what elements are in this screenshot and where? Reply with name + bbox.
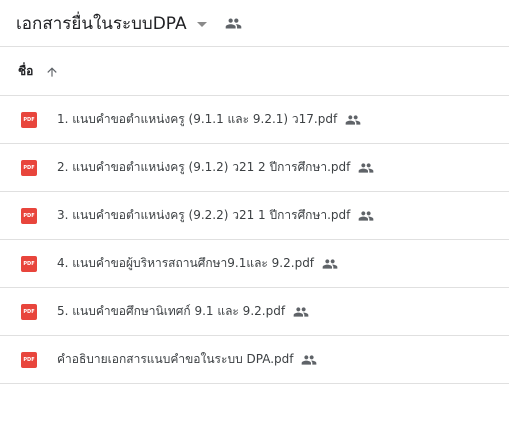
- list-column-header: ชื่อ: [0, 48, 509, 96]
- pdf-file-icon: PDF: [21, 207, 37, 224]
- pdf-file-icon: PDF: [21, 255, 37, 272]
- file-name[interactable]: 3. แนบคำขอตำแหน่งครู (9.2.2) ว21 1 ปีการ…: [57, 206, 350, 225]
- shared-people-icon: [322, 256, 338, 272]
- file-name[interactable]: 4. แนบคำขอผู้บริหารสถานศึกษา9.1และ 9.2.p…: [57, 254, 314, 273]
- pdf-file-icon: PDF: [21, 303, 37, 320]
- shared-people-icon: [358, 160, 374, 176]
- file-row[interactable]: PDF คำอธิบายเอกสารแนบคำขอในระบบ DPA.pdf: [0, 336, 509, 384]
- shared-people-icon: [358, 208, 374, 224]
- shared-people-icon: [345, 112, 361, 128]
- pdf-file-icon: PDF: [21, 111, 37, 128]
- arrow-up-icon[interactable]: [45, 65, 59, 79]
- file-list: PDF 1. แนบคำขอตำแหน่งครู (9.1.1 และ 9.2.1…: [0, 96, 509, 384]
- file-row[interactable]: PDF 1. แนบคำขอตำแหน่งครู (9.1.1 และ 9.2.1…: [0, 96, 509, 144]
- file-name[interactable]: 1. แนบคำขอตำแหน่งครู (9.1.1 และ 9.2.1) ว…: [57, 110, 337, 129]
- pdf-file-icon: PDF: [21, 351, 37, 368]
- file-row[interactable]: PDF 4. แนบคำขอผู้บริหารสถานศึกษา9.1และ 9.…: [0, 240, 509, 288]
- folder-header: เอกสารยื่นในระบบDPA: [0, 0, 509, 47]
- dropdown-caret-icon[interactable]: [196, 21, 207, 27]
- people-icon[interactable]: [225, 15, 242, 32]
- folder-title[interactable]: เอกสารยื่นในระบบDPA: [16, 10, 187, 37]
- drive-folder-view: เอกสารยื่นในระบบDPA ชื่อ PDF 1. แนบคำขอตำ…: [0, 0, 509, 432]
- file-name[interactable]: คำอธิบายเอกสารแนบคำขอในระบบ DPA.pdf: [57, 350, 293, 369]
- name-column-label[interactable]: ชื่อ: [18, 62, 33, 81]
- pdf-file-icon: PDF: [21, 159, 37, 176]
- file-name[interactable]: 2. แนบคำขอตำแหน่งครู (9.1.2) ว21 2 ปีการ…: [57, 158, 350, 177]
- shared-people-icon: [293, 304, 309, 320]
- shared-people-icon: [301, 352, 317, 368]
- file-row[interactable]: PDF 3. แนบคำขอตำแหน่งครู (9.2.2) ว21 1 ปี…: [0, 192, 509, 240]
- file-row[interactable]: PDF 5. แนบคำขอศึกษานิเทศก์ 9.1 และ 9.2.pd…: [0, 288, 509, 336]
- file-row[interactable]: PDF 2. แนบคำขอตำแหน่งครู (9.1.2) ว21 2 ปี…: [0, 144, 509, 192]
- file-name[interactable]: 5. แนบคำขอศึกษานิเทศก์ 9.1 และ 9.2.pdf: [57, 302, 285, 321]
